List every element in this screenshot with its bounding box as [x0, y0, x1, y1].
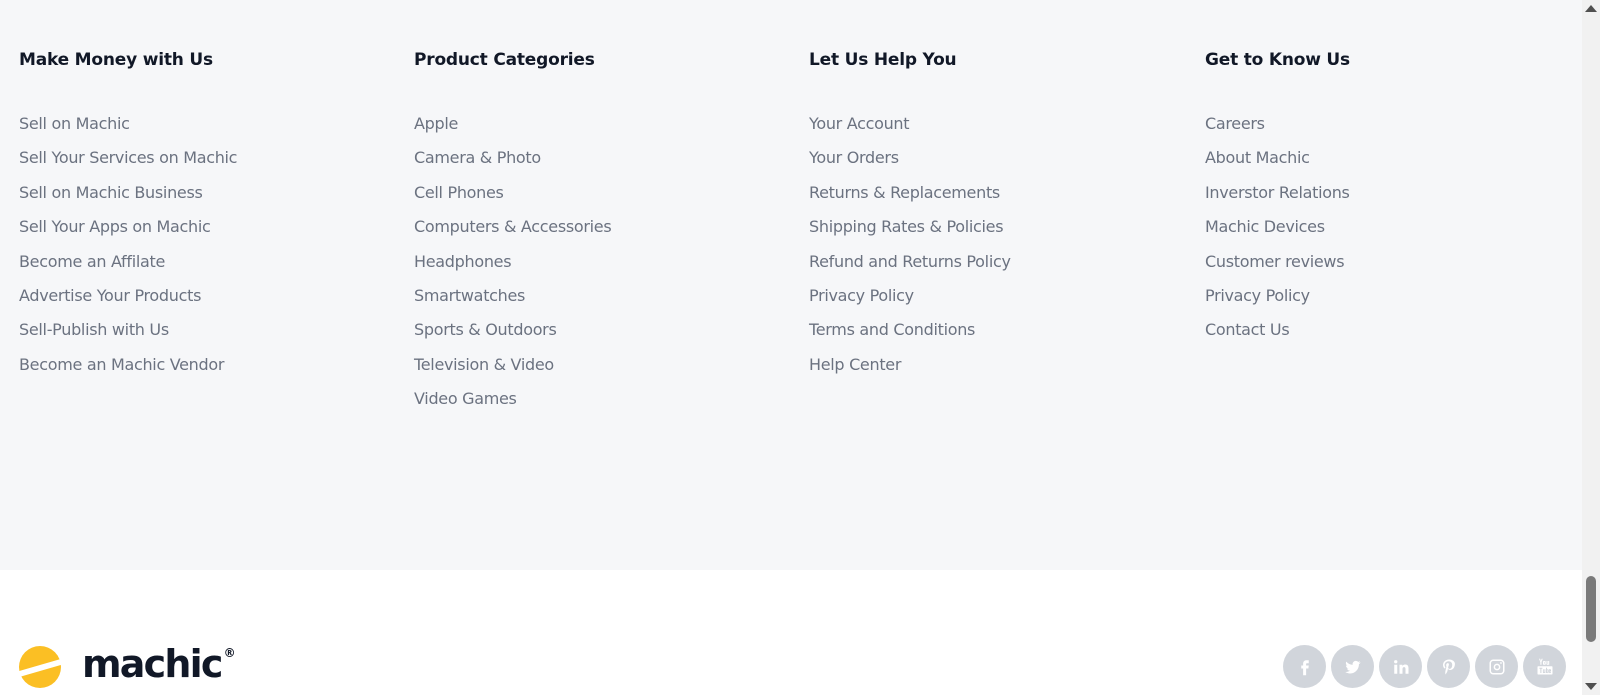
page-scrollbar[interactable] [1582, 0, 1600, 695]
column-title: Let Us Help You [809, 50, 957, 70]
footer-link[interactable]: Shipping Rates & Policies [809, 210, 1189, 244]
instagram-button[interactable] [1475, 645, 1518, 688]
footer-link[interactable]: Terms and Conditions [809, 313, 1189, 347]
footer-column-help: Let Us Help You Your Account Your Orders… [809, 48, 1189, 382]
pinterest-icon [1442, 659, 1455, 674]
link-list: Apple Camera & Photo Cell Phones Compute… [414, 107, 794, 417]
footer-link[interactable]: Your Orders [809, 141, 1189, 175]
social-links [1283, 645, 1566, 688]
facebook-button[interactable] [1283, 645, 1326, 688]
facebook-icon [1300, 659, 1309, 675]
column-title: Get to Know Us [1205, 50, 1350, 70]
registered-mark: ® [223, 646, 236, 660]
linkedin-button[interactable] [1379, 645, 1422, 688]
youtube-button[interactable] [1523, 645, 1566, 688]
footer-column-product-categories: Product Categories Apple Camera & Photo … [414, 48, 794, 417]
footer-link[interactable]: Video Games [414, 382, 794, 416]
footer-bottom-bar: machic ® [0, 570, 1582, 695]
footer-column-make-money: Make Money with Us Sell on Machic Sell Y… [19, 48, 399, 382]
footer-link[interactable]: Sell-Publish with Us [19, 313, 399, 347]
footer-link[interactable]: Become an Affilate [19, 245, 399, 279]
link-list: Your Account Your Orders Returns & Repla… [809, 107, 1189, 382]
link-list: Sell on Machic Sell Your Services on Mac… [19, 107, 399, 382]
footer-link[interactable]: Careers [1205, 107, 1585, 141]
footer-link[interactable]: Customer reviews [1205, 245, 1585, 279]
footer-link[interactable]: Help Center [809, 348, 1189, 382]
footer-link[interactable]: Privacy Policy [1205, 279, 1585, 313]
column-title: Product Categories [414, 50, 595, 70]
footer-link[interactable]: About Machic [1205, 141, 1585, 175]
logo-wordmark: machic [82, 642, 223, 686]
footer-link[interactable]: Computers & Accessories [414, 210, 794, 244]
pinterest-button[interactable] [1427, 645, 1470, 688]
footer-link[interactable]: Privacy Policy [809, 279, 1189, 313]
footer-link[interactable]: Advertise Your Products [19, 279, 399, 313]
footer-link[interactable]: Sell on Machic [19, 107, 399, 141]
footer-column-get-to-know: Get to Know Us Careers About Machic Inve… [1205, 48, 1585, 348]
footer-link[interactable]: Cell Phones [414, 176, 794, 210]
linkedin-icon [1393, 659, 1408, 674]
column-title: Make Money with Us [19, 50, 213, 70]
footer-link[interactable]: Refund and Returns Policy [809, 245, 1189, 279]
footer-link[interactable]: Sports & Outdoors [414, 313, 794, 347]
instagram-icon [1489, 659, 1504, 674]
scroll-up-icon[interactable] [1585, 5, 1597, 12]
machic-logo[interactable]: machic ® [18, 642, 236, 690]
link-list: Careers About Machic Inverstor Relations… [1205, 107, 1585, 348]
footer-link[interactable]: Become an Machic Vendor [19, 348, 399, 382]
footer-link[interactable]: Returns & Replacements [809, 176, 1189, 210]
scroll-thumb[interactable] [1586, 576, 1596, 642]
footer-link[interactable]: Camera & Photo [414, 141, 794, 175]
logo-mark-icon [18, 646, 62, 688]
youtube-icon [1537, 658, 1552, 674]
footer-link[interactable]: Machic Devices [1205, 210, 1585, 244]
footer-links-section: Make Money with Us Sell on Machic Sell Y… [0, 0, 1582, 570]
footer-link[interactable]: Smartwatches [414, 279, 794, 313]
footer-link[interactable]: Inverstor Relations [1205, 176, 1585, 210]
footer-link[interactable]: Television & Video [414, 348, 794, 382]
twitter-button[interactable] [1331, 645, 1374, 688]
footer-link[interactable]: Sell Your Apps on Machic [19, 210, 399, 244]
footer-link[interactable]: Sell on Machic Business [19, 176, 399, 210]
twitter-icon [1344, 660, 1360, 673]
scroll-down-icon[interactable] [1585, 683, 1597, 690]
footer-link[interactable]: Apple [414, 107, 794, 141]
footer-link[interactable]: Your Account [809, 107, 1189, 141]
footer-link[interactable]: Headphones [414, 245, 794, 279]
footer-link[interactable]: Contact Us [1205, 313, 1585, 347]
footer-link[interactable]: Sell Your Services on Machic [19, 141, 399, 175]
